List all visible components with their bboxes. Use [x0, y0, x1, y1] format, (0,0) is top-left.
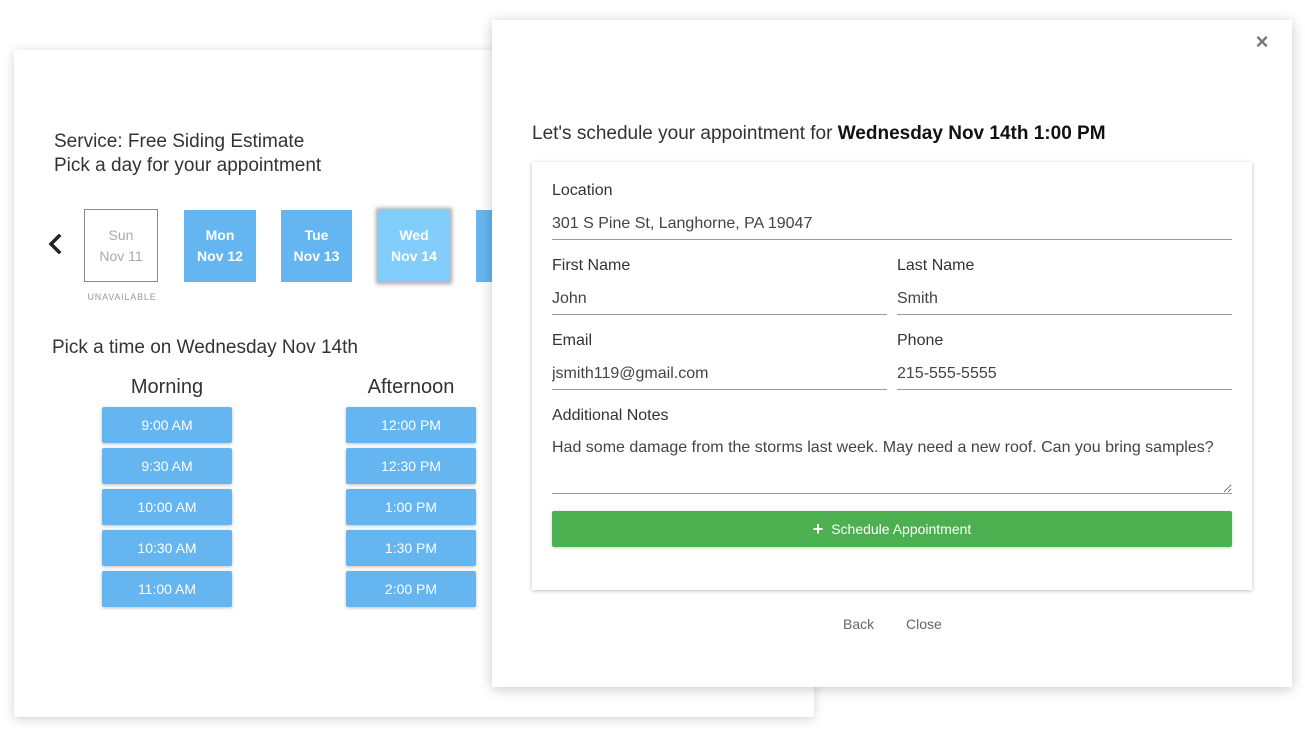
- morning-heading: Morning: [130, 376, 204, 398]
- day-date: Nov 13: [293, 248, 340, 264]
- day-date: Nov 14: [391, 248, 437, 264]
- modal-title-datetime: Wednesday Nov 14th 1:00 PM: [837, 123, 1106, 144]
- time-slot-button[interactable]: 1:00 PM: [346, 489, 476, 525]
- time-slot-button[interactable]: 10:00 AM: [102, 489, 232, 525]
- day-dow: Mon: [205, 227, 235, 243]
- schedule-appointment-button[interactable]: + Schedule Appointment: [552, 511, 1232, 547]
- day-date: Nov 12: [197, 248, 243, 264]
- last-name-input[interactable]: [897, 283, 1232, 315]
- first-name-label: First Name: [552, 257, 631, 274]
- chevron-left-icon: [48, 234, 62, 254]
- day-mon-nov-12[interactable]: Mon Nov 12: [184, 210, 256, 282]
- unavailable-note: UNAVAILABLE: [87, 292, 157, 302]
- afternoon-heading: Afternoon: [367, 376, 455, 398]
- time-slot-button[interactable]: 12:30 PM: [346, 448, 476, 484]
- service-title: Service: Free Siding Estimate: [54, 131, 305, 152]
- day-date: Nov 11: [99, 247, 143, 264]
- pick-day-heading: Pick a day for your appointment: [54, 155, 322, 176]
- email-label: Email: [552, 332, 593, 349]
- phone-label: Phone: [897, 332, 944, 349]
- time-slot-button[interactable]: 9:00 AM: [102, 407, 232, 443]
- phone-input[interactable]: [897, 358, 1232, 390]
- modal-title-prefix: Let's schedule your appointment for: [532, 123, 833, 144]
- close-button[interactable]: Close: [906, 616, 942, 632]
- time-slot-button[interactable]: 10:30 AM: [102, 530, 232, 566]
- notes-textarea[interactable]: Had some damage from the storms last wee…: [552, 432, 1232, 494]
- schedule-modal: × Let's schedule your appointment for We…: [492, 20, 1292, 687]
- time-slot-button[interactable]: 2:00 PM: [346, 571, 476, 607]
- first-name-input[interactable]: [552, 283, 887, 315]
- time-slot-button[interactable]: 11:00 AM: [102, 571, 232, 607]
- email-input[interactable]: [552, 358, 887, 390]
- pick-time-heading: Pick a time on Wednesday Nov 14th: [52, 337, 358, 358]
- prev-days-button[interactable]: [44, 230, 66, 258]
- day-wed-nov-14[interactable]: Wed Nov 14: [378, 210, 450, 282]
- day-dow: Wed: [399, 227, 429, 243]
- back-button[interactable]: Back: [843, 616, 874, 632]
- appointment-form: Location First Name Last Name Email Phon…: [532, 162, 1252, 590]
- close-icon[interactable]: ×: [1250, 30, 1274, 54]
- plus-icon: +: [812, 519, 824, 539]
- location-input[interactable]: [552, 208, 1232, 240]
- location-label: Location: [552, 182, 613, 199]
- modal-title: Let's schedule your appointment for Wedn…: [532, 123, 1106, 145]
- schedule-appointment-label: Schedule Appointment: [831, 521, 972, 537]
- day-tue-nov-13[interactable]: Tue Nov 13: [281, 210, 352, 282]
- day-dow: Sun: [108, 226, 134, 243]
- time-slot-button[interactable]: 9:30 AM: [102, 448, 232, 484]
- day-dow: Tue: [304, 227, 329, 243]
- time-slot-button[interactable]: 12:00 PM: [346, 407, 476, 443]
- notes-label: Additional Notes: [552, 407, 669, 424]
- last-name-label: Last Name: [897, 257, 975, 274]
- time-slot-button[interactable]: 1:30 PM: [346, 530, 476, 566]
- day-sun-nov-11: Sun Nov 11: [84, 209, 158, 282]
